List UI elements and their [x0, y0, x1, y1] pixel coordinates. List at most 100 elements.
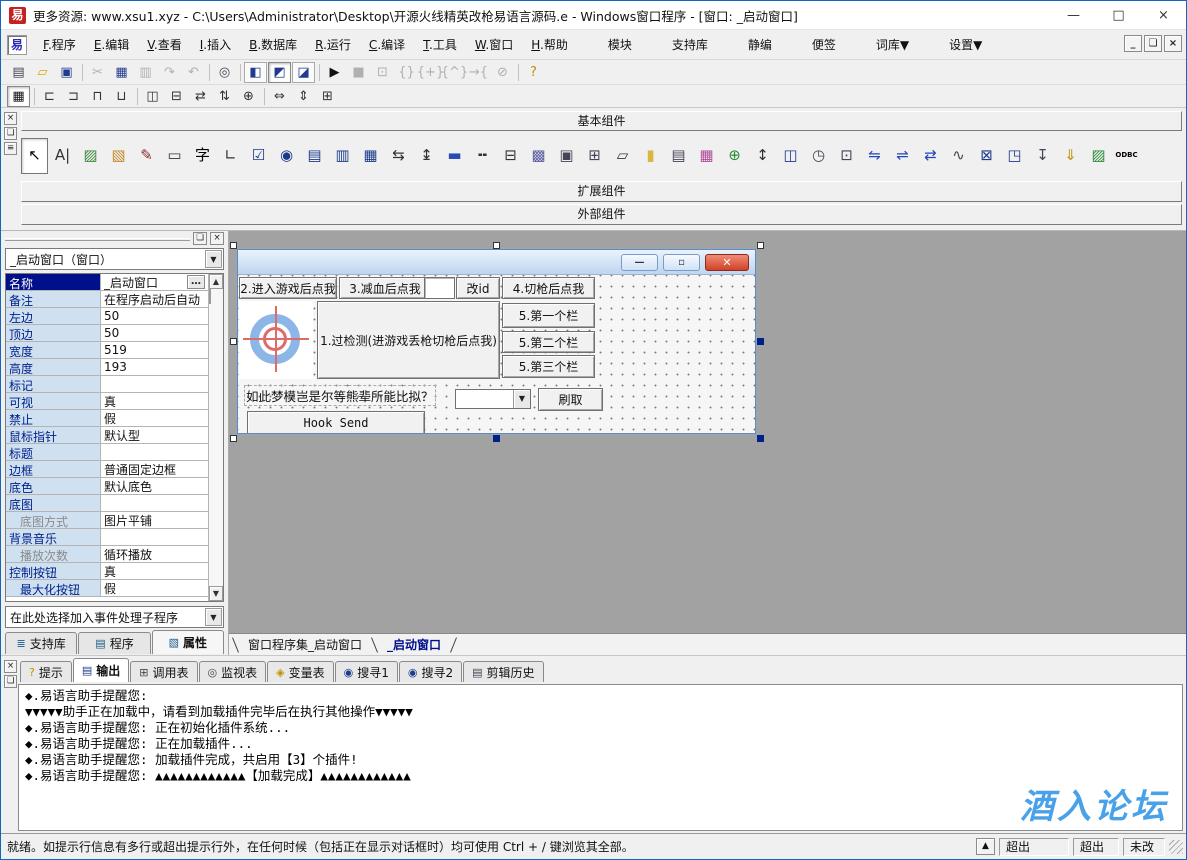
menu-item[interactable]: H.帮助 — [523, 32, 576, 57]
selection-handle-left-mid[interactable] — [230, 338, 237, 345]
designed-form[interactable]: — ▫ ✕ 2.进入游戏后点我 3.减血后点我 改id 4.切枪后点我 — [237, 249, 756, 434]
output-tab[interactable]: ◉搜寻1 — [335, 661, 398, 682]
palette-restore-icon[interactable]: ❏ — [4, 127, 17, 140]
date-box-icon[interactable]: ⊟ — [497, 140, 524, 172]
output-tab[interactable]: ?提示 — [20, 661, 72, 682]
slider-bar-icon[interactable]: ╍ — [469, 140, 496, 172]
scroll-thumb[interactable] — [209, 288, 211, 304]
property-value[interactable] — [101, 495, 208, 511]
property-value[interactable]: _启动窗口… — [101, 274, 208, 290]
menu-item[interactable]: V.查看 — [139, 32, 190, 57]
property-value[interactable]: 真 — [101, 393, 208, 409]
radio-button-icon[interactable]: ◉ — [273, 140, 300, 172]
extended-components-header[interactable]: 扩展组件 — [21, 181, 1182, 202]
menu-item[interactable]: C.编译 — [361, 32, 413, 57]
property-row[interactable]: 鼠标指针 默认型 — [6, 427, 208, 444]
form-designer-icon[interactable]: ▦ — [7, 86, 30, 107]
chevron-down-icon[interactable]: ▼ — [205, 608, 222, 626]
separator[interactable] — [515, 62, 521, 83]
com-port-icon[interactable]: ∿ — [945, 140, 972, 172]
property-row[interactable]: 底色 默认底色 — [6, 478, 208, 495]
mdi-close-button[interactable]: × — [1164, 35, 1182, 52]
window-box-icon[interactable]: ◫ — [777, 140, 804, 172]
progress-bar-icon[interactable]: ▬ — [441, 140, 468, 172]
shape-box-icon[interactable]: ▧ — [105, 140, 132, 172]
panel-tab[interactable]: ▧属性 — [152, 630, 224, 654]
center-horizontal-icon[interactable]: ◫ — [141, 86, 164, 107]
basic-components-header[interactable]: 基本组件 — [21, 111, 1182, 131]
menu-item[interactable]: T.工具 — [415, 32, 465, 57]
group-box-icon[interactable]: ▭ — [161, 140, 188, 172]
tree-view-icon[interactable]: ▤ — [301, 140, 328, 172]
property-value[interactable]: 50 — [101, 325, 208, 341]
tab-startup-window[interactable]: _启动窗口 — [381, 636, 447, 653]
menu-item[interactable]: 模块 — [600, 32, 640, 57]
object-selector-combo[interactable]: _启动窗口（窗口） ▼ — [5, 248, 224, 270]
file-reader-icon[interactable]: ↧ — [1029, 140, 1056, 172]
selection-handle-bottom-left[interactable] — [230, 435, 237, 442]
panel-tab[interactable]: ▤程序 — [78, 632, 150, 654]
chevron-down-icon[interactable]: ▼ — [513, 390, 530, 408]
color-picker-icon[interactable]: ▦ — [693, 140, 720, 172]
property-row[interactable]: 底图 — [6, 495, 208, 512]
selection-handle-top-right[interactable] — [757, 242, 764, 249]
output-log[interactable]: ◆.易语言助手提醒您: ▼▼▼▼▼助手正在加载中，请看到加载插件完毕后在执行其他… — [18, 684, 1183, 831]
property-value[interactable]: 假 — [101, 580, 208, 596]
ellipsis-button[interactable]: … — [187, 275, 205, 289]
property-row[interactable]: 播放次数 循环播放 — [6, 546, 208, 563]
scroll-up-icon[interactable]: ▲ — [209, 274, 223, 289]
slot-1-button[interactable]: 5.第一个栏 — [502, 303, 595, 328]
panel-close-icon[interactable]: × — [210, 232, 224, 245]
property-value[interactable]: 在程序启动后自动 — [101, 291, 208, 307]
file-folder-icon[interactable]: ▮ — [637, 140, 664, 172]
property-row[interactable]: 标记 — [6, 376, 208, 393]
data-receiver-icon[interactable]: ⇋ — [861, 140, 888, 172]
same-width-icon[interactable]: ⇔ — [268, 86, 291, 107]
property-row[interactable]: 边框 普通固定边框 — [6, 461, 208, 478]
close-button[interactable]: × — [1141, 1, 1186, 29]
designed-form-body[interactable]: 2.进入游戏后点我 3.减血后点我 改id 4.切枪后点我 1.过检测(进游戏丢… — [238, 275, 755, 433]
separator[interactable] — [237, 62, 243, 83]
new-file-icon[interactable]: ▤ — [7, 62, 30, 83]
property-row[interactable]: 最大化按钮 假 — [6, 580, 208, 597]
chevron-down-icon[interactable]: ▼ — [205, 250, 222, 268]
center-vertical-icon[interactable]: ⊟ — [165, 86, 188, 107]
maximize-button[interactable]: □ — [1096, 1, 1141, 29]
menu-item[interactable]: W.窗口 — [467, 32, 521, 57]
output-tab[interactable]: ◈变量表 — [267, 661, 333, 682]
property-scrollbar[interactable]: ▲ ▼ — [208, 274, 223, 601]
property-value[interactable]: 50 — [101, 308, 208, 324]
menu-item[interactable]: B.数据库 — [241, 32, 305, 57]
form-restore-button[interactable]: ▫ — [663, 254, 700, 271]
menu-item[interactable]: I.插入 — [192, 32, 239, 57]
selection-handle-top-mid[interactable] — [493, 242, 500, 249]
external-components-header[interactable]: 外部组件 — [21, 204, 1182, 225]
property-value[interactable]: 真 — [101, 563, 208, 579]
property-value[interactable]: 假 — [101, 410, 208, 426]
property-value[interactable] — [101, 444, 208, 460]
run-icon[interactable]: ▶ — [323, 62, 346, 83]
align-left-icon[interactable]: ⊏ — [38, 86, 61, 107]
layout-bottom-icon[interactable]: ◪ — [292, 62, 315, 83]
document-box-icon[interactable]: ▤ — [665, 140, 692, 172]
grid-box-icon[interactable]: ⊠ — [973, 140, 1000, 172]
separator[interactable] — [316, 62, 322, 83]
save-icon[interactable]: ▣ — [55, 62, 78, 83]
run-to-cursor-icon[interactable]: →{ — [467, 62, 490, 83]
line-icon[interactable]: ∟ — [217, 140, 244, 172]
selection-handle-bottom-mid[interactable] — [493, 435, 500, 442]
property-value[interactable]: 默认型 — [101, 427, 208, 443]
output-restore-icon[interactable]: ❏ — [4, 675, 17, 688]
menu-item[interactable]: E.编辑 — [86, 32, 137, 57]
scroll-bar-icon[interactable]: ⇆ — [385, 140, 412, 172]
step-into-icon[interactable]: {} — [395, 62, 418, 83]
data-sender-icon[interactable]: ⇌ — [889, 140, 916, 172]
output-tab[interactable]: ⊞调用表 — [130, 661, 197, 682]
separator[interactable] — [261, 86, 267, 107]
property-row[interactable]: 底图方式 图片平铺 — [6, 512, 208, 529]
mdi-child-icon[interactable]: 易 — [7, 35, 27, 55]
same-size-icon[interactable]: ⊞ — [316, 86, 339, 107]
spin-button-icon[interactable]: ↨ — [413, 140, 440, 172]
tab-window-program-set[interactable]: 窗口程序集_启动窗口 — [242, 636, 368, 653]
space-across-icon[interactable]: ⇄ — [189, 86, 212, 107]
